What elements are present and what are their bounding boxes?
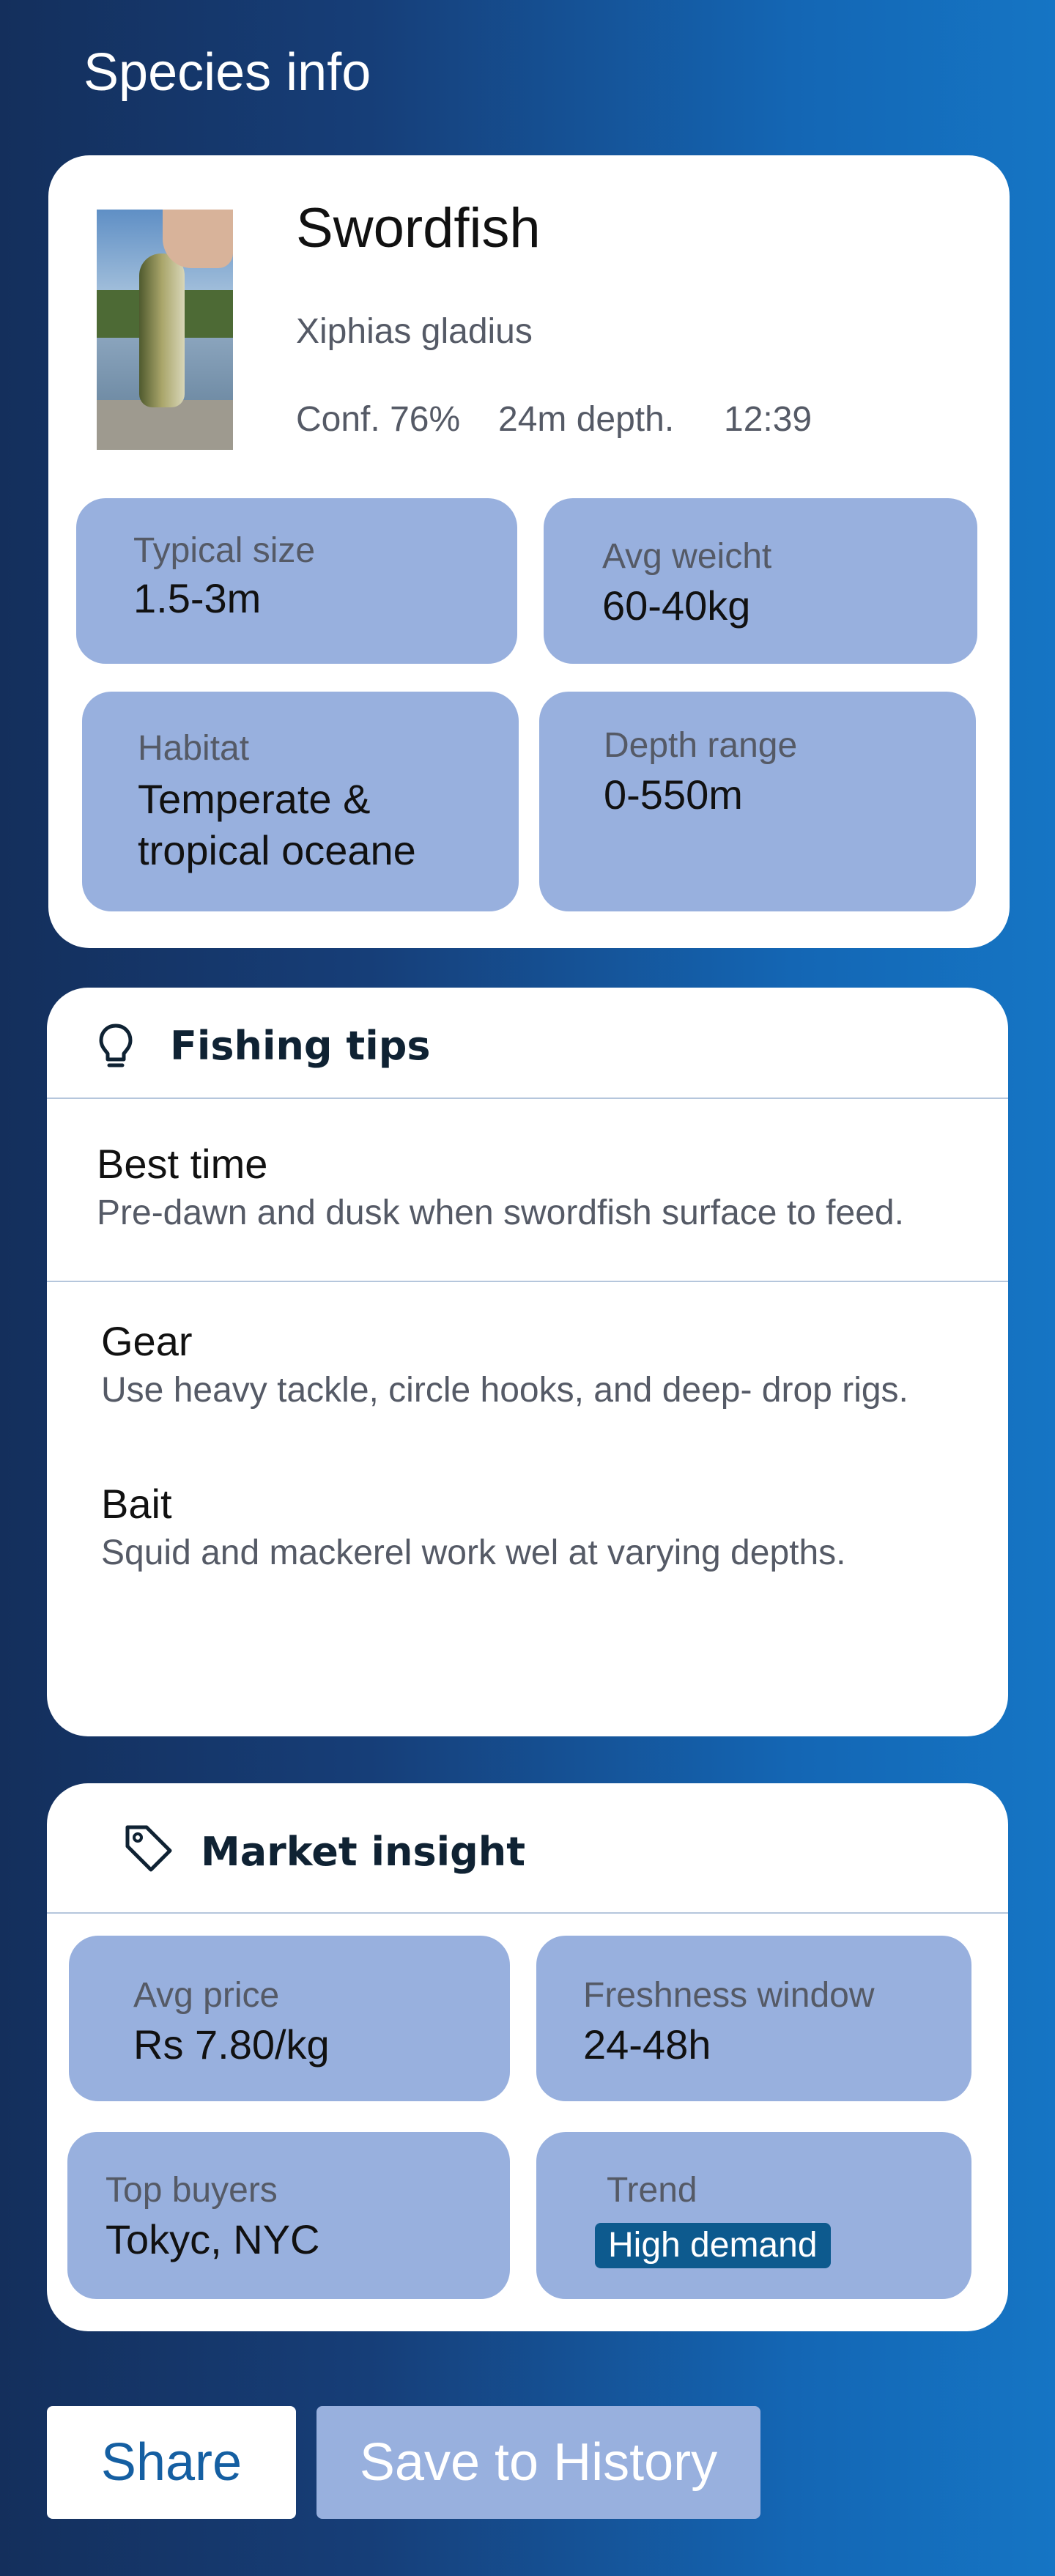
stat-label: Typical size [133, 531, 316, 570]
save-to-history-button[interactable]: Save to History [316, 2406, 760, 2519]
tip-title: Gear [101, 1318, 193, 1364]
scientific-name: Xiphias gladius [296, 312, 533, 351]
stat-value: 60-40kg [602, 582, 751, 629]
tip-title: Best time [97, 1141, 268, 1187]
divider [47, 1281, 1008, 1282]
market-insight-card: Market insight Avg price Rs 7.80/kg Fres… [47, 1783, 1008, 2331]
market-avg-price: Avg price Rs 7.80/kg [69, 1936, 510, 2101]
divider [47, 1098, 1008, 1099]
stat-label: Avg weicht [602, 537, 772, 576]
stat-value-line2: tropical oceane [138, 827, 416, 873]
confidence-value: Conf. 76% [296, 400, 461, 439]
divider [47, 1912, 1008, 1914]
stat-typical-size: Typical size 1.5-3m [76, 498, 517, 664]
stat-value: Rs 7.80/kg [133, 2021, 330, 2068]
stat-avg-weight: Avg weicht 60-40kg [544, 498, 977, 664]
page-title: Species info [84, 43, 371, 102]
stat-habitat: Habitat Temperate & tropical oceane [82, 692, 519, 911]
tip-text: Use heavy tackle, circle hooks, and deep… [101, 1371, 908, 1410]
stat-label: Avg price [133, 1976, 280, 2015]
stat-value: Temperate & [138, 776, 371, 822]
trend-badge: High demand [595, 2223, 831, 2268]
stat-value: Tokyc, NYC [106, 2216, 320, 2262]
stat-value: 1.5-3m [133, 575, 262, 621]
market-freshness: Freshness window 24-48h [536, 1936, 971, 2101]
market-trend: Trend High demand [536, 2132, 971, 2299]
fishing-tips-card: Fishing tips Best time Pre-dawn and dusk… [47, 988, 1008, 1736]
stat-value: 0-550m [604, 771, 743, 818]
market-insight-title: Market insight [201, 1829, 526, 1875]
fish-photo[interactable] [97, 210, 233, 450]
stat-value: 24-48h [583, 2021, 711, 2068]
tip-title: Bait [101, 1481, 172, 1527]
lightbulb-icon [97, 1021, 135, 1076]
fishing-tips-title: Fishing tips [170, 1023, 431, 1069]
stat-label: Trend [607, 2171, 697, 2210]
tip-text: Pre-dawn and dusk when swordfish surface… [97, 1193, 904, 1232]
time-value: 12:39 [724, 400, 812, 439]
market-top-buyers: Top buyers Tokyc, NYC [67, 2132, 510, 2299]
stat-depth-range: Depth range 0-550m [539, 692, 976, 911]
tip-text: Squid and mackerel work wel at varying d… [101, 1533, 846, 1572]
share-button[interactable]: Share [47, 2406, 296, 2519]
stat-label: Habitat [138, 729, 250, 768]
stat-label: Top buyers [106, 2171, 278, 2210]
tag-icon [122, 1821, 174, 1878]
stat-label: Depth range [604, 726, 798, 765]
species-name: Swordfish [296, 197, 541, 259]
depth-value: 24m depth. [498, 400, 675, 439]
stat-label: Freshness window [583, 1976, 875, 2015]
